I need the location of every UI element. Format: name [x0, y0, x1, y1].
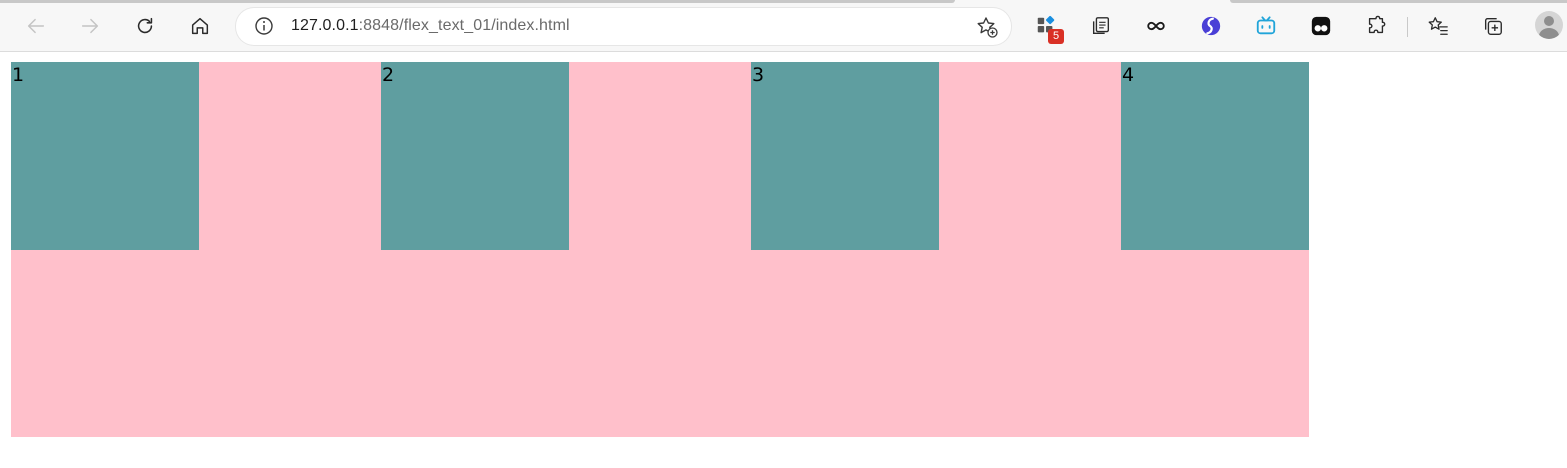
- address-bar[interactable]: 127.0.0.1:8848/flex_text_01/index.html: [236, 8, 1011, 45]
- flex-container: 1 2 3 4: [11, 62, 1309, 437]
- flex-item-4: 4: [1121, 62, 1309, 250]
- home-button[interactable]: [183, 9, 217, 43]
- extensions-puzzle-icon: [1368, 15, 1386, 34]
- collections-button[interactable]: [1084, 9, 1118, 43]
- infinity-icon: [1147, 21, 1165, 31]
- add-favorite-icon[interactable]: [975, 15, 999, 39]
- tab-strip-edge: [0, 0, 955, 3]
- refresh-icon: [137, 17, 153, 34]
- tab-strip-edge-right: [1230, 0, 1567, 3]
- flex-item-1: 1: [11, 62, 199, 250]
- tab-actions-icon: [1484, 17, 1502, 35]
- swirl-extension-button[interactable]: [1194, 9, 1228, 43]
- page-viewport: 1 2 3 4: [0, 53, 1567, 468]
- extension-badge: 5: [1048, 29, 1064, 44]
- favorites-icon: [1428, 17, 1448, 35]
- bilibili-extension-button[interactable]: [1249, 9, 1283, 43]
- url-text[interactable]: 127.0.0.1:8848/flex_text_01/index.html: [291, 17, 570, 35]
- url-path: :8848/flex_text_01/index.html: [358, 17, 570, 34]
- home-icon: [191, 17, 209, 35]
- browser-toolbar: 127.0.0.1:8848/flex_text_01/index.html 5: [0, 0, 1567, 52]
- info-icon[interactable]: [254, 16, 274, 36]
- url-host: 127.0.0.1: [291, 17, 359, 34]
- tampermonkey-icon: [1311, 16, 1331, 36]
- tampermonkey-extension-button[interactable]: [1304, 9, 1338, 43]
- collections-icon: [1092, 17, 1110, 35]
- extensions-button[interactable]: [1359, 9, 1393, 43]
- swirl-extension-icon: [1201, 16, 1221, 36]
- infinity-extension-button[interactable]: [1139, 9, 1173, 43]
- tab-actions-button[interactable]: [1476, 9, 1510, 43]
- back-icon: [27, 18, 45, 34]
- back-button[interactable]: [19, 9, 53, 43]
- forward-icon: [81, 18, 99, 34]
- toolbar-separator: [1407, 17, 1408, 37]
- refresh-button[interactable]: [128, 9, 162, 43]
- flex-item-2: 2: [381, 62, 569, 250]
- flex-item-3: 3: [751, 62, 939, 250]
- bilibili-icon: [1256, 16, 1276, 35]
- forward-button[interactable]: [73, 9, 107, 43]
- profile-avatar[interactable]: [1535, 11, 1563, 39]
- favorites-button[interactable]: [1421, 9, 1455, 43]
